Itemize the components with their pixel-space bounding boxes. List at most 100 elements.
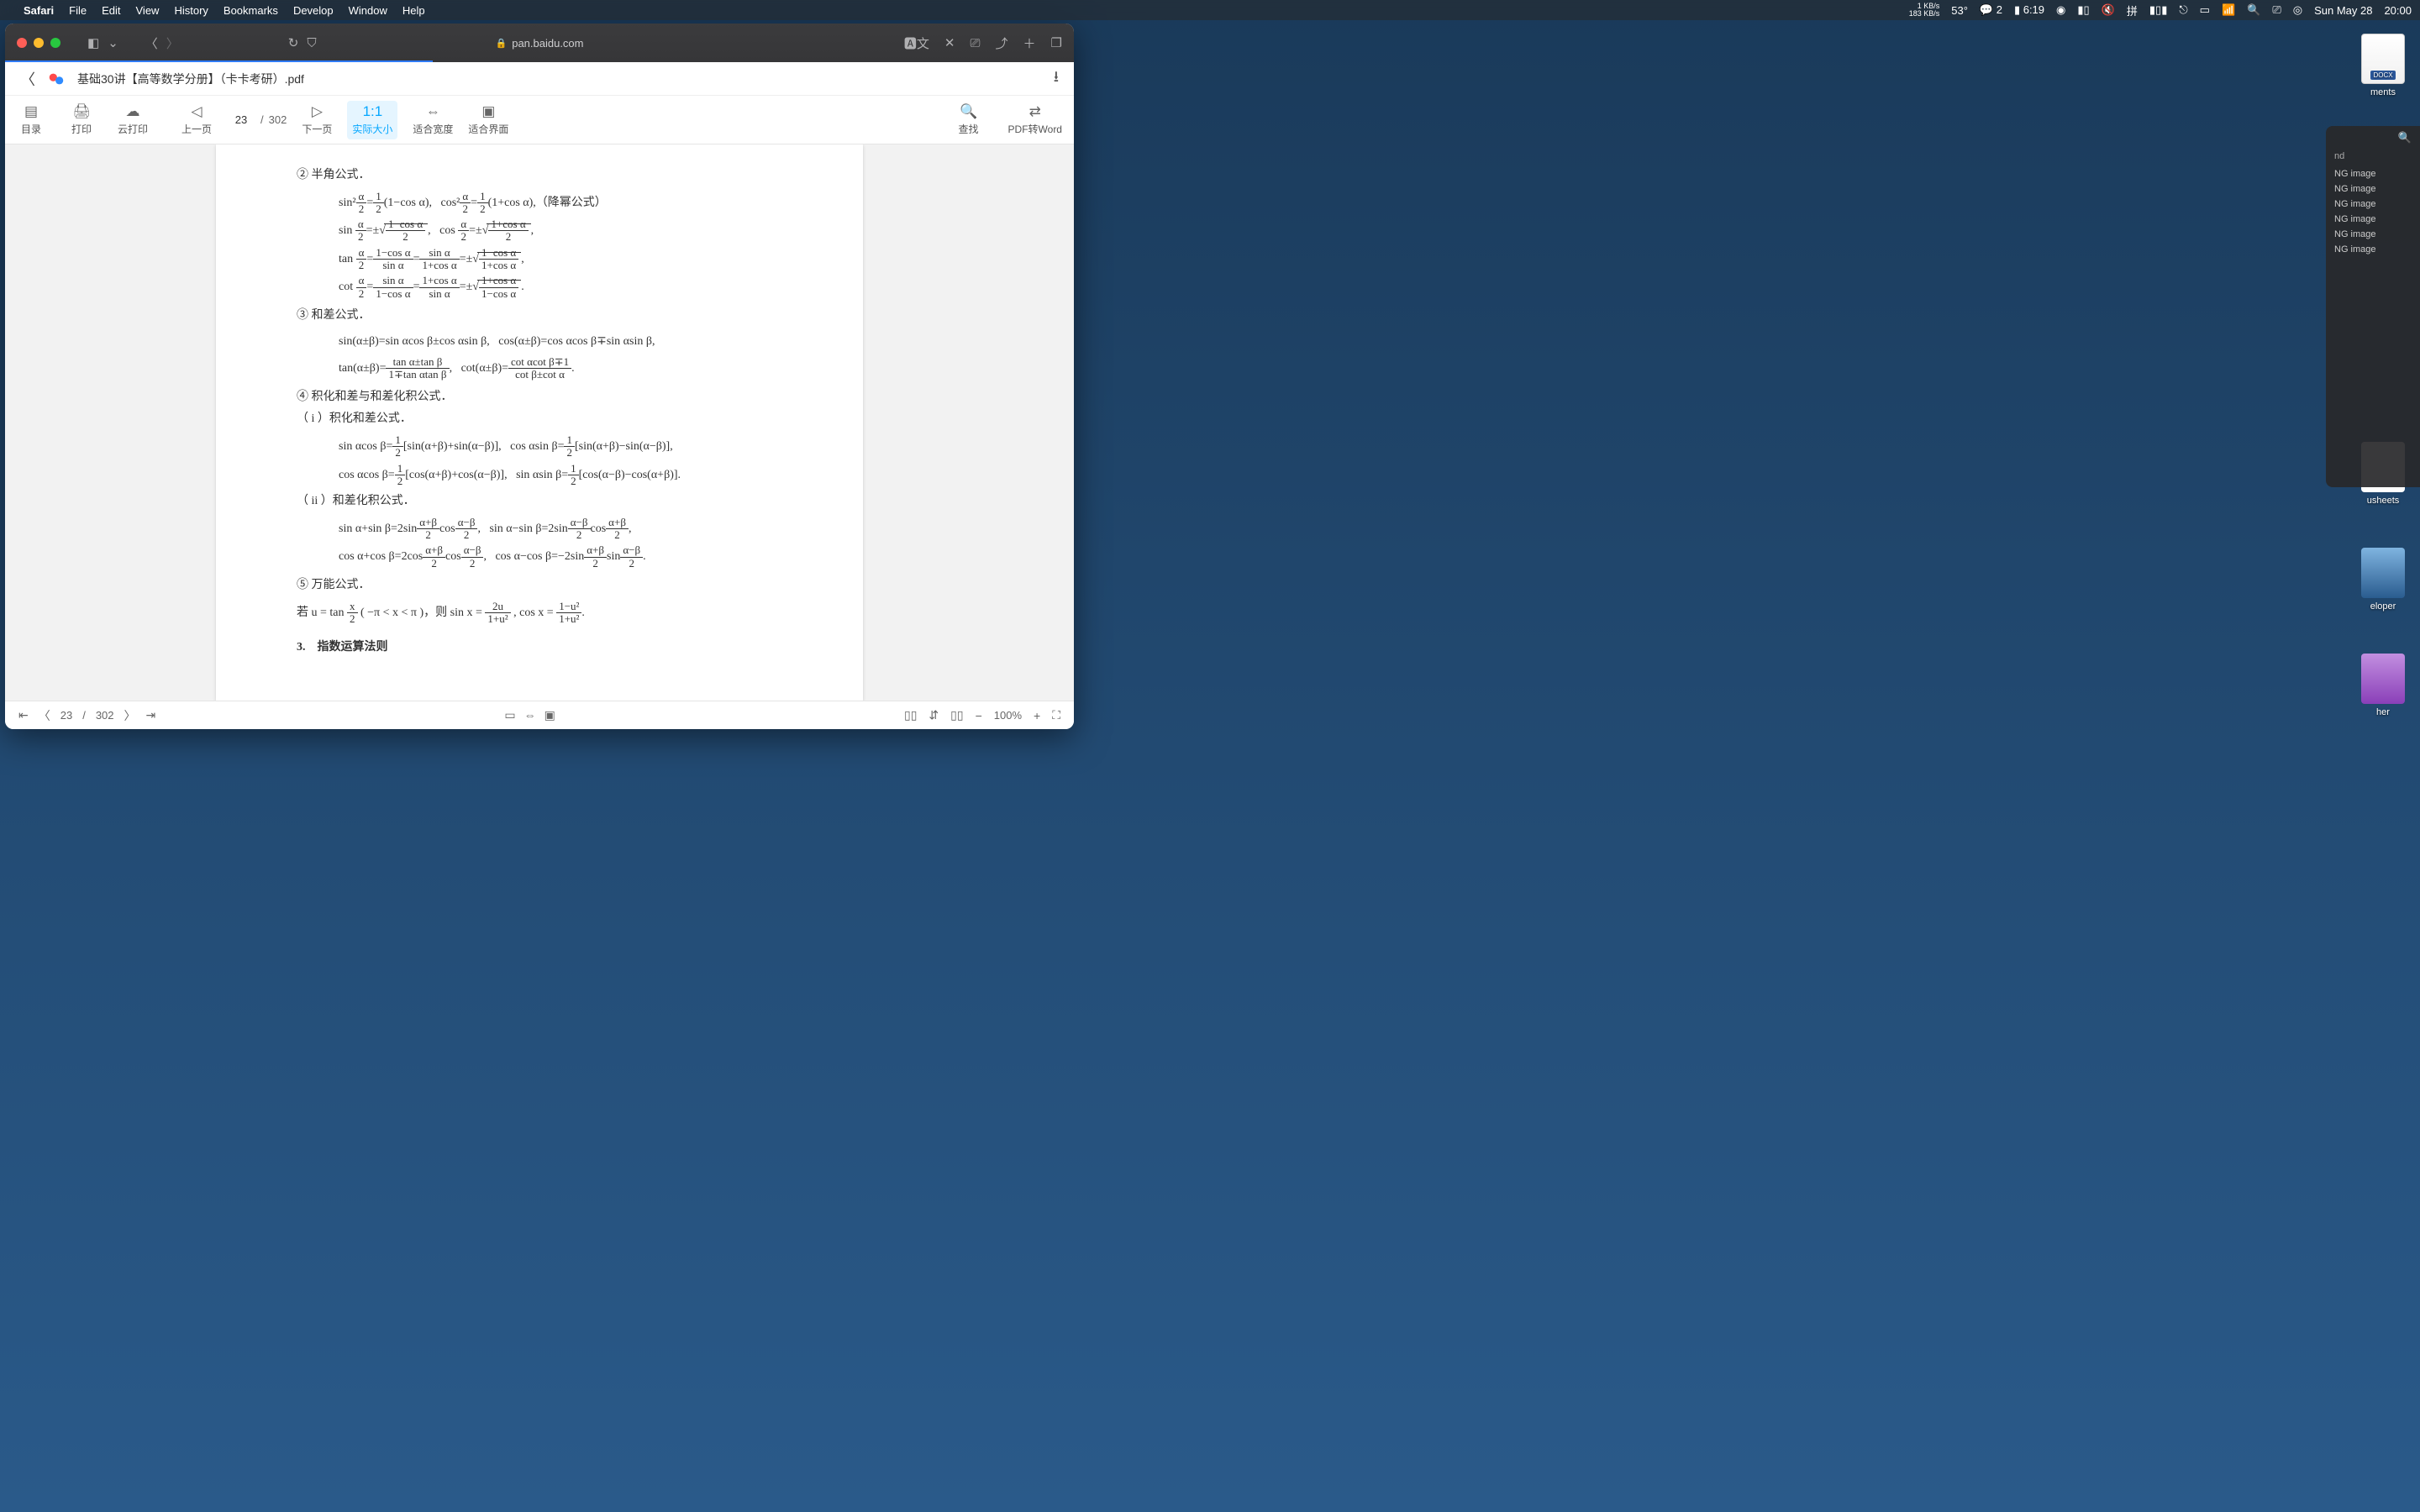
last-page-icon[interactable]: ⇥ bbox=[146, 708, 156, 722]
panel-row[interactable]: NG image bbox=[2334, 166, 2415, 181]
menu-bookmarks[interactable]: Bookmarks bbox=[224, 4, 278, 17]
nav-back-icon[interactable]: 〈 bbox=[145, 34, 158, 52]
find-button[interactable]: 🔍查找 bbox=[955, 104, 983, 136]
menubar-time[interactable]: 20:00 bbox=[2384, 4, 2412, 17]
actual-size-button[interactable]: 1:1实际大小 bbox=[347, 101, 397, 139]
view-book-icon[interactable]: ▯▯ bbox=[904, 708, 917, 722]
zoom-in-button[interactable]: + bbox=[1034, 709, 1040, 722]
prev-page-icon[interactable]: 〈 bbox=[39, 707, 50, 724]
stop-reload-icon[interactable]: ✕ bbox=[944, 35, 955, 50]
extension-icon[interactable]: ⎚ bbox=[971, 36, 981, 50]
share-icon[interactable]: ⤴︎ bbox=[996, 34, 1008, 52]
panel-heading: nd bbox=[2334, 151, 2415, 161]
formula-half-angle-sin-cos: sin α2=±1−cos α2, cos α2=±1+cos α2, bbox=[297, 218, 782, 244]
macos-menubar: Safari File Edit View History Bookmarks … bbox=[0, 0, 2420, 20]
pdf-back-button[interactable]: 〈 bbox=[20, 68, 35, 90]
input-method-icon[interactable]: 拼 bbox=[2127, 3, 2138, 18]
wechat-status-icon[interactable]: 💬 2 bbox=[1980, 3, 2002, 17]
cloud-icon: ☁︎ bbox=[126, 104, 140, 119]
print-button[interactable]: 🖨︎打印 bbox=[67, 104, 96, 136]
next-icon: ▷ bbox=[312, 104, 323, 119]
page-current-input[interactable] bbox=[227, 113, 255, 126]
menubar-date[interactable]: Sun May 28 bbox=[2314, 4, 2372, 17]
menu-window[interactable]: Window bbox=[349, 4, 387, 17]
pdf-toolbar: ▤目录 🖨︎打印 ☁︎云打印 ◁上一页 / 302 ▷下一页 1:1实际大小 ⇔… bbox=[5, 96, 1074, 144]
minimize-window-button[interactable] bbox=[34, 38, 44, 48]
desktop-item-developer[interactable]: eloper bbox=[2361, 548, 2405, 612]
desktop-item-zip[interactable]: her bbox=[2361, 654, 2405, 717]
control-center-icon[interactable]: ⎚ bbox=[2272, 3, 2281, 17]
subsection-prod-to-sum: （ i ）积化和差公式． bbox=[297, 408, 782, 431]
toc-button[interactable]: ▤目录 bbox=[17, 104, 45, 136]
panel-row[interactable]: NG image bbox=[2334, 227, 2415, 242]
section-exponent-heading: 3. 指数运算法则 bbox=[297, 637, 782, 659]
formula-half-angle-squares: sin²α2=12(1−cos α), cos²α2=12(1+cos α),（… bbox=[297, 191, 782, 216]
address-bar[interactable]: 🔒 pan.baidu.com bbox=[496, 37, 584, 50]
menu-edit[interactable]: Edit bbox=[102, 4, 120, 17]
formula-half-angle-tan: tan α2=1−cos αsin α=sin α1+cos α=±1−cos … bbox=[297, 247, 782, 272]
privacy-shield-icon[interactable]: ⛉ bbox=[307, 36, 316, 50]
cloud-print-button[interactable]: ☁︎云打印 bbox=[118, 104, 148, 136]
net-down: 183 KB/s bbox=[1909, 9, 1940, 18]
panel-row[interactable]: NG image bbox=[2334, 181, 2415, 197]
mute-icon[interactable]: 🔇 bbox=[2102, 3, 2115, 17]
page-load-progress bbox=[5, 60, 433, 62]
view-continuous-icon[interactable]: ⇵ bbox=[929, 708, 939, 722]
prev-page-button[interactable]: ◁上一页 bbox=[182, 104, 212, 136]
close-window-button[interactable] bbox=[17, 38, 27, 48]
formula-prod-to-sum-1: sin αcos β=12[sin(α+β)+sin(α−β)], cos αs… bbox=[297, 434, 782, 459]
fit-width-icon: ⇔ bbox=[426, 104, 440, 119]
history-icon[interactable]: ↻ bbox=[288, 35, 299, 50]
siri-icon[interactable]: ◎ bbox=[2293, 3, 2302, 17]
stats-icon[interactable]: ▮▯▮ bbox=[2149, 3, 2167, 17]
print-icon: 🖨︎ bbox=[72, 104, 91, 119]
fullscreen-icon[interactable]: ⛶ bbox=[1052, 708, 1060, 722]
view-single-icon[interactable]: ▭ bbox=[504, 708, 515, 722]
fit-width-button[interactable]: ⇔适合宽度 bbox=[413, 104, 453, 136]
translate-icon[interactable]: 🅰︎文 bbox=[904, 34, 929, 52]
battery-icon[interactable]: ▮▯ bbox=[2077, 3, 2089, 17]
menu-help[interactable]: Help bbox=[402, 4, 425, 17]
wifi-icon[interactable]: 📶 bbox=[2222, 3, 2235, 17]
panel-search-icon[interactable]: 🔍 bbox=[2398, 131, 2412, 144]
fit-page-button[interactable]: ▣适合界面 bbox=[468, 104, 508, 136]
network-speed-indicator[interactable]: 1 KB/s 183 KB/s bbox=[1909, 3, 1940, 18]
first-page-icon[interactable]: ⇤ bbox=[18, 708, 29, 722]
view-fitwidth-icon[interactable]: ⇔ bbox=[524, 708, 536, 722]
pdf-to-word-button[interactable]: ⇄PDF转Word bbox=[1008, 104, 1062, 136]
spotlight-icon[interactable]: 🔍 bbox=[2247, 3, 2260, 17]
panel-row[interactable]: NG image bbox=[2334, 212, 2415, 227]
tabgroup-chevron-icon[interactable]: ⌄ bbox=[108, 35, 118, 50]
footer-page-total: 302 bbox=[96, 709, 114, 722]
desktop-item-docx[interactable]: ments bbox=[2361, 34, 2405, 97]
lock-icon: 🔒 bbox=[496, 38, 508, 49]
baidu-pan-logo-icon[interactable] bbox=[47, 70, 66, 88]
next-page-icon[interactable]: 〉 bbox=[124, 707, 136, 724]
new-tab-icon[interactable]: ＋ bbox=[1023, 34, 1036, 52]
panel-row[interactable]: NG image bbox=[2334, 242, 2415, 257]
bluetooth-icon[interactable]: ⎋ bbox=[2179, 3, 2187, 17]
battery2-icon[interactable]: ▭ bbox=[2200, 3, 2210, 17]
toc-icon: ▤ bbox=[24, 104, 38, 119]
formula-universal: 若 u = tan x2 ( −π < x < π )，则 sin x = 2u… bbox=[297, 601, 782, 626]
nowplaying-icon[interactable]: ◉ bbox=[2056, 3, 2065, 17]
menu-view[interactable]: View bbox=[136, 4, 160, 17]
app-name[interactable]: Safari bbox=[24, 4, 54, 17]
sidebar-toggle-icon[interactable]: ◧ bbox=[87, 35, 99, 50]
battery-time-icon[interactable]: ▮ 6:19 bbox=[2014, 3, 2044, 17]
section-half-angle-title: ② 半角公式． bbox=[297, 165, 782, 187]
zoom-window-button[interactable] bbox=[50, 38, 60, 48]
download-button[interactable]: ⭳ bbox=[1054, 66, 1059, 92]
panel-row[interactable]: NG image bbox=[2334, 197, 2415, 212]
next-page-button[interactable]: ▷下一页 bbox=[302, 104, 332, 136]
weather-indicator[interactable]: 53° bbox=[1951, 4, 1968, 17]
pdf-viewport[interactable]: ② 半角公式． sin²α2=12(1−cos α), cos²α2=12(1+… bbox=[5, 144, 1074, 701]
tab-overview-icon[interactable]: ❐ bbox=[1051, 35, 1062, 50]
zoom-out-button[interactable]: − bbox=[976, 709, 982, 722]
menu-develop[interactable]: Develop bbox=[293, 4, 334, 17]
menu-history[interactable]: History bbox=[174, 4, 208, 17]
menu-file[interactable]: File bbox=[69, 4, 87, 17]
safari-window: ◧ ⌄ 〈 〉 ↻ ⛉ 🔒 pan.baidu.com 🅰︎文 ✕ ⎚ ⤴︎ ＋… bbox=[5, 24, 1074, 729]
view-twocol-icon[interactable]: ▯▯ bbox=[950, 708, 963, 722]
view-fitpage-icon[interactable]: ▣ bbox=[544, 708, 555, 722]
